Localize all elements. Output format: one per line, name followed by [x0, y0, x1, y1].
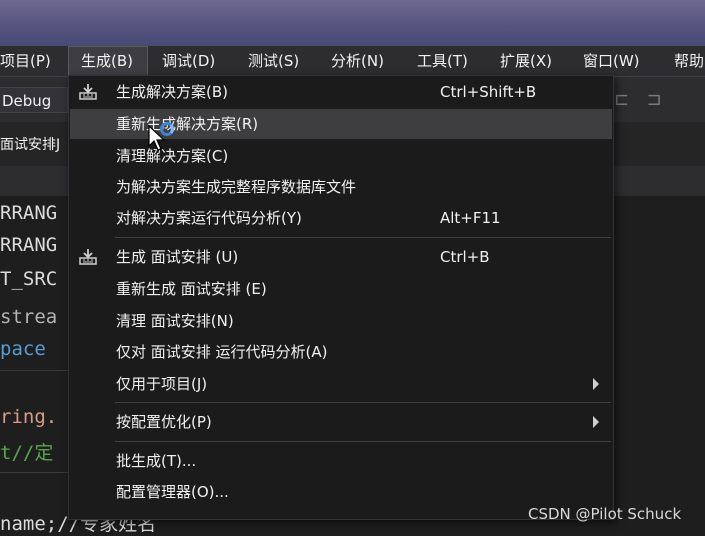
code-line: RRANG	[0, 234, 58, 256]
menu-item-build-project[interactable]: 生成 面试安排 (U) Ctrl+B	[70, 242, 612, 272]
menu-item-shortcut: Ctrl+B	[440, 248, 490, 266]
menu-item-code-analysis-solution[interactable]: 对解决方案运行代码分析(Y) Alt+F11	[70, 203, 612, 233]
menu-build[interactable]: 生成(B)	[68, 46, 148, 76]
build-icon	[79, 84, 97, 100]
code-line: strea	[0, 306, 58, 328]
build-icon	[79, 249, 97, 265]
menu-item-label: 对解决方案运行代码分析(Y)	[116, 209, 302, 227]
code-line: pace	[0, 338, 46, 360]
code-line: ring.	[0, 406, 58, 428]
menu-item-rebuild-project[interactable]: 重新生成 面试安排 (E)	[70, 274, 612, 304]
menu-separator	[115, 402, 611, 403]
menu-tools[interactable]: 工具(T)	[417, 46, 468, 76]
submenu-arrow-icon	[593, 378, 599, 390]
code-line: t//定	[0, 442, 54, 464]
menu-item-generate-pdb[interactable]: 为解决方案生成完整程序数据库文件	[70, 172, 612, 202]
menu-item-label: 配置管理器(O)...	[116, 483, 229, 501]
menu-item-label: 清理 面试安排(N)	[116, 312, 234, 330]
menu-window[interactable]: 窗口(W)	[583, 46, 640, 76]
menu-item-label: 生成 面试安排 (U)	[116, 248, 239, 266]
menu-item-label: 按配置优化(P)	[116, 413, 212, 431]
menu-item-label: 为解决方案生成完整程序数据库文件	[116, 178, 357, 196]
menu-item-project-only[interactable]: 仅用于项目(J)	[70, 369, 612, 399]
menu-project[interactable]: 项目(P)	[0, 46, 51, 76]
submenu-arrow-icon	[593, 416, 599, 428]
menu-item-label: 清理解决方案(C)	[116, 147, 229, 165]
toolbar-align-icons[interactable]: ⊏ ⊐	[614, 89, 668, 110]
menu-item-label: 仅用于项目(J)	[116, 375, 208, 393]
menu-item-configuration-manager[interactable]: 配置管理器(O)...	[70, 477, 612, 507]
watermark: CSDN @Pilot Schuck	[528, 505, 682, 523]
menu-test[interactable]: 测试(S)	[248, 46, 299, 76]
menu-item-label: 重新生成 面试安排 (E)	[116, 280, 267, 298]
code-divider	[0, 472, 70, 473]
menu-separator	[115, 237, 611, 238]
menu-debug[interactable]: 调试(D)	[162, 46, 215, 76]
mouse-cursor-icon	[148, 125, 166, 151]
menu-item-build-solution[interactable]: 生成解决方案(B) Ctrl+Shift+B	[70, 77, 612, 107]
menu-help[interactable]: 帮助	[674, 46, 704, 76]
menu-item-label: 生成解决方案(B)	[116, 83, 228, 101]
menu-analyze[interactable]: 分析(N)	[331, 46, 384, 76]
menu-item-batch-build[interactable]: 批生成(T)...	[70, 446, 612, 476]
menu-item-profile-guided-optimization[interactable]: 按配置优化(P)	[70, 407, 612, 437]
menu-item-label: 重新生成解决方案(R)	[116, 115, 259, 133]
menu-item-shortcut: Ctrl+Shift+B	[440, 83, 537, 101]
code-line: RRANG	[0, 202, 58, 224]
menu-item-code-analysis-project[interactable]: 仅对 面试安排 运行代码分析(A)	[70, 337, 612, 367]
tab-file[interactable]: 面试安排J	[0, 134, 60, 154]
menu-bar: 项目(P) 生成(B) 调试(D) 测试(S) 分析(N) 工具(T) 扩展(X…	[0, 46, 705, 76]
menu-extensions[interactable]: 扩展(X)	[500, 46, 552, 76]
solution-config-select[interactable]: Debug	[0, 87, 68, 113]
desktop-background	[0, 0, 705, 46]
menu-separator	[115, 441, 611, 442]
menu-item-label: 仅对 面试安排 运行代码分析(A)	[116, 343, 328, 361]
code-divider	[0, 370, 70, 371]
menu-item-label: 批生成(T)...	[116, 452, 197, 470]
code-line: T_SRC	[0, 268, 58, 290]
menu-item-clean-project[interactable]: 清理 面试安排(N)	[70, 306, 612, 336]
menu-item-shortcut: Alt+F11	[440, 209, 501, 227]
